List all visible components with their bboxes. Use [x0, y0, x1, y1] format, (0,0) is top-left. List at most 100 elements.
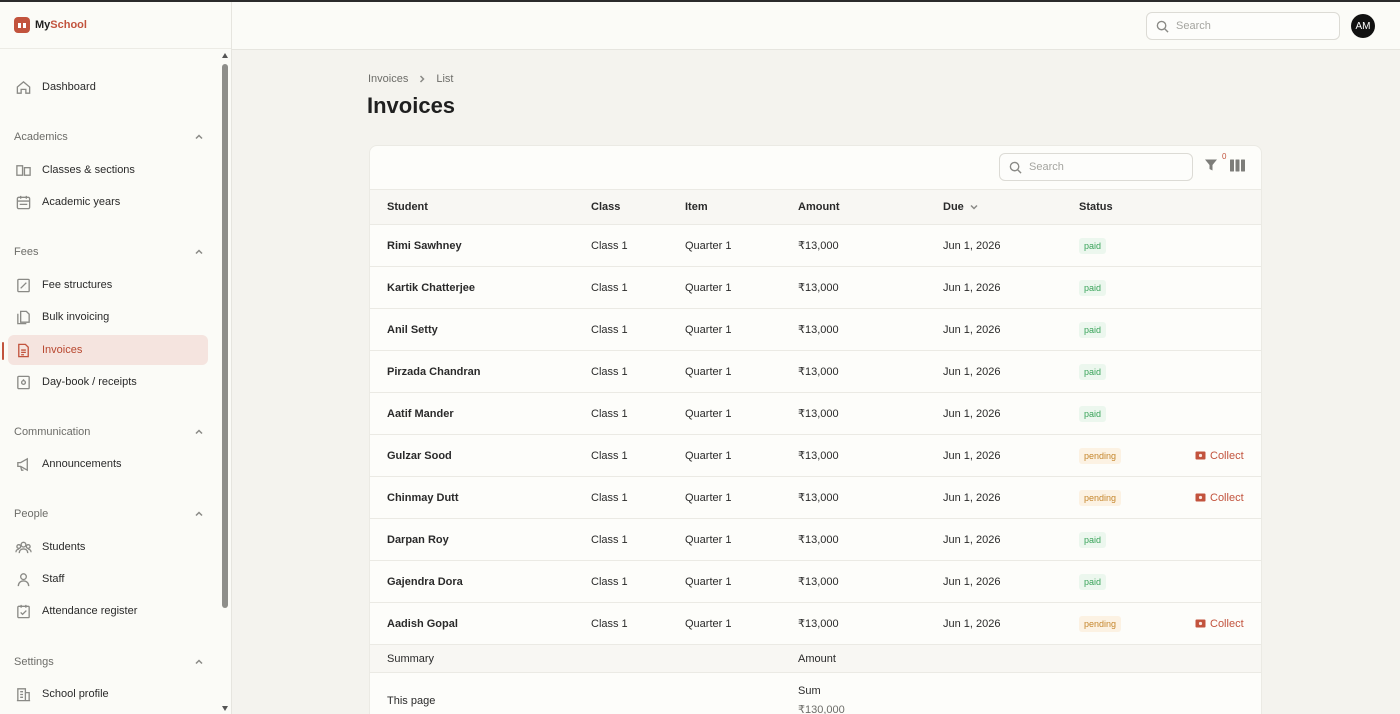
summary-sum: Sum ₹130,000: [798, 685, 845, 714]
status-badge: paid: [1079, 531, 1107, 548]
filter-button[interactable]: [1204, 158, 1220, 174]
section-toggle-communication[interactable]: Communication: [14, 426, 204, 438]
item-cell: Quarter 1: [685, 365, 732, 378]
table-row[interactable]: Aatif Mander Class 1 Quarter 1 ₹13,000 Jun 1…: [370, 393, 1261, 435]
status-cell: paid: [1079, 309, 1107, 350]
collect-action[interactable]: Collect: [1195, 435, 1244, 476]
brand-name-prefix: My: [35, 19, 51, 31]
cash-icon: [1195, 451, 1206, 460]
sidebar-item-fee-structures[interactable]: Fee structures: [8, 270, 208, 300]
table-row[interactable]: Gajendra Dora Class 1 Quarter 1 ₹13,000 Jun …: [370, 561, 1261, 603]
column-header-amount[interactable]: Amount: [798, 190, 840, 224]
student-name[interactable]: Aatif Mander: [387, 393, 454, 434]
sidebar-scrollbar[interactable]: [221, 50, 229, 714]
amount-cell: ₹13,000: [798, 492, 839, 504]
section-toggle-fees[interactable]: Fees: [14, 246, 204, 258]
table-search[interactable]: [999, 153, 1193, 181]
item-cell: Quarter 1: [685, 407, 732, 420]
sidebar-item-label: Academic years: [42, 196, 121, 208]
header-search[interactable]: [1146, 12, 1340, 40]
student-name[interactable]: Kartik Chatterjee: [387, 267, 475, 308]
student-name[interactable]: Rimi Sawhney: [387, 225, 462, 266]
calendar-icon: [14, 193, 32, 211]
column-header-due[interactable]: Due: [943, 190, 978, 224]
student-name[interactable]: Gulzar Sood: [387, 435, 452, 476]
sidebar-item-classes-sections[interactable]: Classes & sections: [8, 155, 208, 185]
sidebar-item-attendance-register[interactable]: Attendance register: [8, 596, 208, 626]
table-row[interactable]: Chinmay Dutt Class 1 Quarter 1 ₹13,000 Jun 1…: [370, 477, 1261, 519]
sidebar-item-announcements[interactable]: Announcements: [8, 449, 208, 479]
classes-icon: [14, 161, 32, 179]
due-cell: Jun 1, 2026: [943, 281, 1001, 294]
sidebar-item-students[interactable]: Students: [8, 532, 208, 562]
sidebar-item-bulk-invoicing[interactable]: Bulk invoicing: [8, 302, 208, 332]
columns-toggle-button[interactable]: [1230, 159, 1246, 173]
brand[interactable]: My School: [14, 17, 87, 33]
scroll-up-arrow-icon[interactable]: [222, 53, 228, 58]
status-badge: pending: [1079, 615, 1122, 632]
sidebar-item-school-profile[interactable]: School profile: [8, 679, 208, 709]
sidebar-item-invoices[interactable]: Invoices: [8, 335, 208, 365]
megaphone-icon: [14, 455, 32, 473]
collect-button[interactable]: Collect: [1195, 492, 1244, 504]
section-toggle-academics[interactable]: Academics: [14, 131, 204, 143]
collect-action[interactable]: Collect: [1195, 477, 1244, 518]
staff-icon: [14, 570, 32, 588]
student-name[interactable]: Chinmay Dutt: [387, 477, 459, 518]
home-icon: [14, 78, 32, 96]
column-header-class[interactable]: Class: [591, 190, 620, 224]
student-name[interactable]: Darpan Roy: [387, 519, 449, 560]
table-search-input[interactable]: [1029, 161, 1179, 173]
collect-action[interactable]: Collect: [1195, 603, 1244, 644]
chevron-right-icon: [420, 75, 425, 83]
collect-button[interactable]: Collect: [1195, 618, 1244, 630]
header-search-input[interactable]: [1176, 20, 1326, 32]
status-cell: pending: [1079, 435, 1122, 476]
column-header-item[interactable]: Item: [685, 190, 708, 224]
table-row[interactable]: Aadish Gopal Class 1 Quarter 1 ₹13,000 Jun 1…: [370, 603, 1261, 645]
column-header-student[interactable]: Student: [387, 190, 428, 224]
table-row[interactable]: Kartik Chatterjee Class 1 Quarter 1 ₹13,000…: [370, 267, 1261, 309]
table-row[interactable]: Anil Setty Class 1 Quarter 1 ₹13,000 Jun 1, …: [370, 309, 1261, 351]
student-name[interactable]: Pirzada Chandran: [387, 351, 481, 392]
sidebar-item-dashboard[interactable]: Dashboard: [8, 72, 208, 102]
table-row[interactable]: Rimi Sawhney Class 1 Quarter 1 ₹13,000 Jun 1…: [370, 225, 1261, 267]
student-name[interactable]: Anil Setty: [387, 309, 438, 350]
amount-cell: ₹13,000: [798, 408, 839, 420]
sidebar-item-staff[interactable]: Staff: [8, 564, 208, 594]
summary-header: Summary Amount: [370, 645, 1261, 673]
collect-button[interactable]: Collect: [1195, 450, 1244, 462]
section-toggle-settings[interactable]: Settings: [14, 656, 204, 668]
sidebar-item-label: Classes & sections: [42, 164, 135, 176]
due-cell: Jun 1, 2026: [943, 239, 1001, 252]
table-row[interactable]: Gulzar Sood Class 1 Quarter 1 ₹13,000 Jun 1,…: [370, 435, 1261, 477]
status-cell: paid: [1079, 393, 1107, 434]
scroll-down-arrow-icon[interactable]: [222, 706, 228, 711]
status-badge: paid: [1079, 237, 1107, 254]
sidebar: My School Dashboard Academics Classes & s…: [0, 2, 232, 714]
class-cell: Class 1: [591, 239, 628, 252]
summary-label: Summary: [387, 652, 435, 665]
column-header-status[interactable]: Status: [1079, 190, 1113, 224]
due-cell: Jun 1, 2026: [943, 407, 1001, 420]
status-badge: paid: [1079, 363, 1107, 380]
sum-value: ₹130,000: [798, 704, 845, 714]
section-toggle-people[interactable]: People: [14, 508, 204, 520]
status-badge: pending: [1079, 447, 1122, 464]
avatar[interactable]: AM: [1351, 14, 1375, 38]
table-row[interactable]: Darpan Roy Class 1 Quarter 1 ₹13,000 Jun 1, …: [370, 519, 1261, 561]
scrollbar-thumb[interactable]: [222, 64, 228, 608]
student-name[interactable]: Aadish Gopal: [387, 603, 458, 644]
class-cell: Class 1: [591, 281, 628, 294]
cash-icon: [1195, 493, 1206, 502]
table-row[interactable]: Pirzada Chandran Class 1 Quarter 1 ₹13,000 J…: [370, 351, 1261, 393]
sidebar-item-day-book-receipts[interactable]: Day-book / receipts: [8, 367, 208, 397]
column-header-due-label: Due: [943, 201, 964, 213]
student-name[interactable]: Gajendra Dora: [387, 561, 463, 602]
sidebar-item-label: Announcements: [42, 458, 122, 470]
sidebar-item-academic-years[interactable]: Academic years: [8, 187, 208, 217]
amount-cell: ₹13,000: [798, 240, 839, 252]
breadcrumb-link-invoices[interactable]: Invoices: [368, 73, 408, 85]
breadcrumb-current: List: [436, 73, 454, 85]
status-cell: paid: [1079, 225, 1107, 266]
